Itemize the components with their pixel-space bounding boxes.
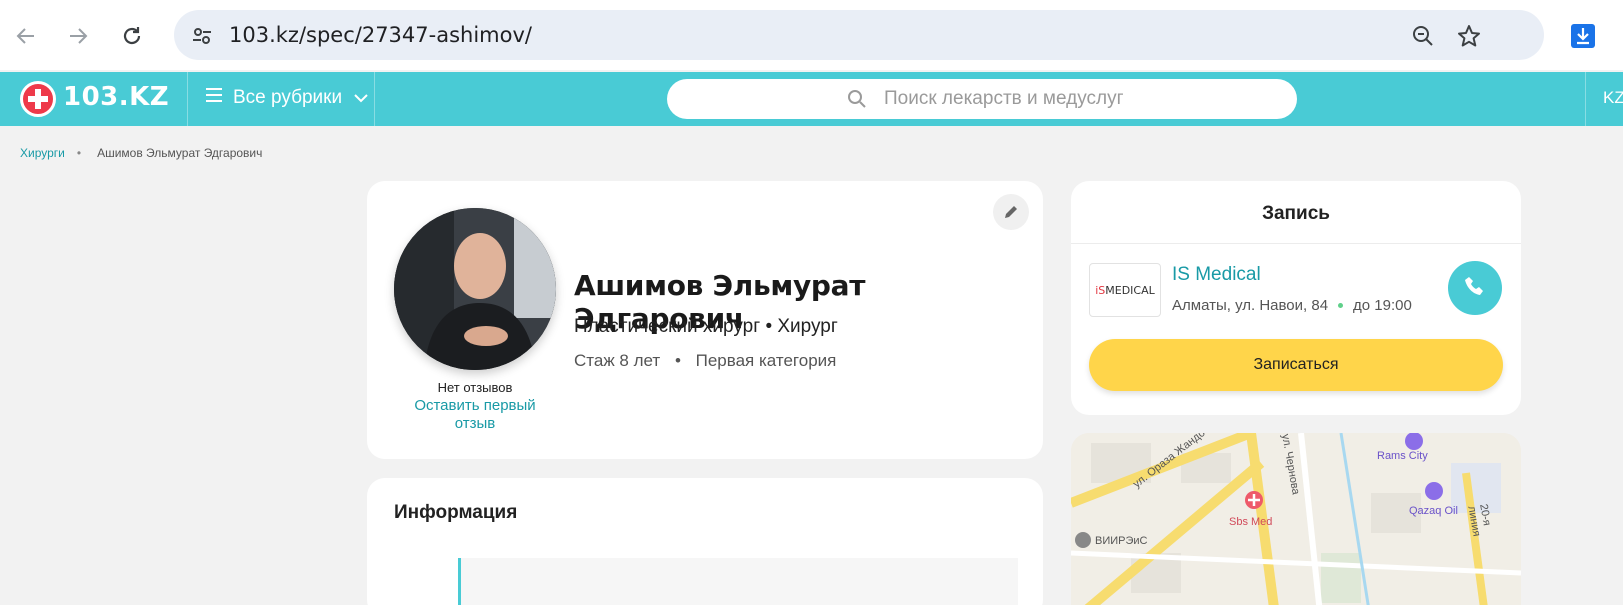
map-label-poi: Rams City	[1377, 450, 1428, 462]
doctor-category: Первая категория	[695, 351, 837, 370]
clinic-logo-prefix: iS	[1095, 283, 1106, 297]
clinic-name-link[interactable]: IS Medical	[1172, 264, 1261, 286]
search-input[interactable]: Поиск лекарств и медуслуг	[667, 79, 1297, 119]
zoom-icon[interactable]	[1409, 22, 1437, 50]
address-bar[interactable]: 103.kz/spec/27347-ashimov/	[174, 10, 1544, 60]
clinic-address-text: Алматы, ул. Навои, 84	[1172, 297, 1329, 314]
all-rubrics-label: Все рубрики	[233, 87, 343, 108]
search-icon	[847, 89, 867, 114]
url-text[interactable]: 103.kz/spec/27347-ashimov/	[229, 23, 532, 47]
forward-arrow-icon[interactable]	[58, 16, 98, 56]
browser-toolbar: 103.kz/spec/27347-ashimov/	[0, 0, 1623, 70]
clinic-address: Алматы, ул. Навои, 84 до 19:00	[1172, 297, 1412, 314]
leave-first-review-link[interactable]: Оставить первый отзыв	[405, 397, 545, 433]
logo-text[interactable]: 103.KZ	[63, 82, 169, 112]
header-divider	[374, 72, 375, 126]
doctor-specialties: Пластический хирург • Хирург	[574, 316, 838, 337]
doctor-profile-card: Нет отзывов Оставить первый отзыв Ашимов…	[367, 181, 1043, 459]
reload-icon[interactable]	[112, 16, 152, 56]
open-status-dot	[1338, 303, 1344, 308]
meta-separator: •	[674, 351, 681, 370]
doctor-avatar	[394, 208, 556, 370]
download-icon[interactable]	[1563, 16, 1603, 56]
phone-icon	[1464, 275, 1486, 302]
all-rubrics-menu[interactable]: Все рубрики	[205, 87, 368, 109]
reviews-status: Нет отзывов	[437, 380, 513, 395]
search-placeholder: Поиск лекарств и медуслуг	[884, 88, 1124, 109]
back-arrow-icon[interactable]	[6, 16, 46, 56]
edit-pencil-icon[interactable]	[993, 194, 1029, 230]
breadcrumb-link-surgeons[interactable]: Хирурги	[20, 146, 65, 160]
book-appointment-button[interactable]: Записаться	[1089, 339, 1503, 391]
clinic-logo-text: MEDICAL	[1105, 283, 1155, 297]
doctor-experience: Стаж 8 лет	[574, 351, 661, 370]
map-label-poi: Qazaq Oil	[1409, 505, 1458, 517]
booking-divider	[1071, 243, 1521, 244]
breadcrumb-current: Ашимов Эльмурат Эдгарович	[97, 146, 263, 160]
booking-title: Запись	[1262, 203, 1330, 224]
map-label-poi: Sbs Med	[1229, 516, 1273, 528]
language-switch[interactable]: KZ	[1603, 88, 1623, 108]
site-header: 103.KZ Все рубрики Поиск лекарств и меду…	[0, 72, 1623, 126]
breadcrumb-separator: •	[76, 146, 82, 160]
clinic-logo[interactable]: iS MEDICAL	[1089, 263, 1161, 317]
info-content-block	[458, 558, 1018, 605]
booking-card: Запись iS MEDICAL IS Medical Алматы, ул. …	[1071, 181, 1521, 415]
header-divider	[187, 72, 188, 126]
chevron-down-icon	[354, 87, 368, 109]
info-card: Информация	[367, 478, 1043, 605]
logo-cross-icon[interactable]	[20, 81, 56, 117]
map-label-poi: ВИИРЭиС	[1095, 535, 1148, 547]
info-title: Информация	[394, 502, 518, 523]
clinic-map[interactable]: ул. Ораза Жандосова ул. Чернова Rams Cit…	[1071, 433, 1521, 605]
hamburger-icon	[205, 87, 223, 109]
header-divider	[1585, 72, 1586, 126]
call-button[interactable]	[1448, 261, 1502, 315]
site-settings-icon[interactable]	[188, 22, 216, 50]
map-graphic	[1071, 433, 1521, 605]
bookmark-star-icon[interactable]	[1455, 22, 1483, 50]
clinic-hours: до 19:00	[1353, 297, 1412, 314]
breadcrumb: Хирурги • Ашимов Эльмурат Эдгарович	[20, 146, 262, 160]
doctor-meta: Стаж 8 лет • Первая категория	[574, 351, 836, 371]
